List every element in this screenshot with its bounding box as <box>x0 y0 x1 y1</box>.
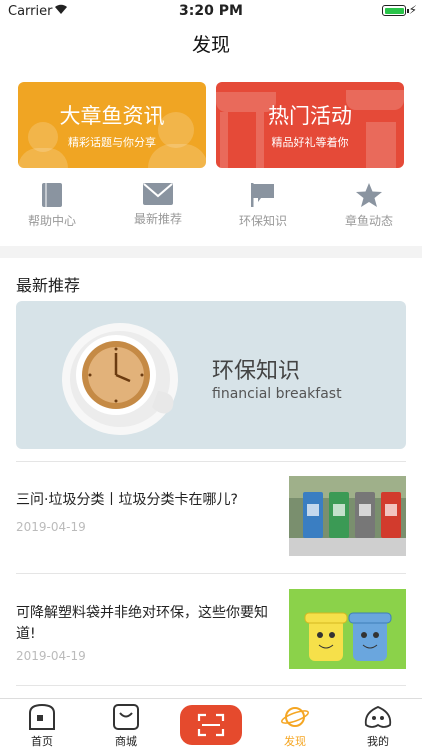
tab-label: 发现 <box>284 735 306 748</box>
article-date: 2019-04-19 <box>16 649 86 663</box>
status-bar: Carrier 3:20 PM ⚡ <box>0 0 422 22</box>
battery-icon <box>382 5 409 16</box>
section-separator <box>0 246 422 258</box>
article-title: 三问·垃圾分类丨垃圾分类卡在哪儿? <box>16 492 238 508</box>
charging-icon: ⚡ <box>408 3 417 17</box>
banner-events[interactable]: 热门活动 精品好礼等着你 <box>216 82 404 168</box>
banner-news-title: 大章鱼资讯 <box>59 104 165 128</box>
banner-news[interactable]: 大章鱼资讯 精彩话题与你分享 <box>18 82 206 168</box>
article-thumbnail <box>289 476 406 556</box>
article-date: 2019-04-19 <box>16 520 86 534</box>
quick-link-label: 章鱼动态 <box>344 214 393 228</box>
quick-links: 帮助中心 最新推荐 环保知识 章鱼动态 <box>0 182 422 232</box>
quick-link-label: 帮助中心 <box>27 214 76 228</box>
feature-card[interactable]: 环保知识 financial breakfast <box>16 301 406 449</box>
divider <box>16 461 406 462</box>
page-title: 发现 <box>191 34 230 56</box>
star-icon <box>356 183 382 207</box>
flag-icon <box>251 183 274 207</box>
mail-icon <box>143 183 173 205</box>
article-item[interactable]: 三问·垃圾分类丨垃圾分类卡在哪儿? 2019-04-19 <box>16 476 406 558</box>
article-title: 可降解塑料袋并非绝对环保，这些你要知道! <box>16 605 268 642</box>
quick-link-recommend[interactable]: 最新推荐 <box>108 182 208 227</box>
tab-label: 首页 <box>31 735 53 748</box>
coffee-clock-image <box>62 323 178 435</box>
feature-subtitle: financial breakfast <box>212 386 342 402</box>
tab-profile[interactable]: 我的 <box>343 703 413 749</box>
status-time: 3:20 PM <box>179 3 243 19</box>
planet-icon <box>281 707 309 727</box>
banner-news-subtitle: 精彩话题与你分享 <box>68 136 156 149</box>
divider <box>16 573 406 574</box>
scan-icon <box>197 713 225 737</box>
article-thumbnail <box>289 589 406 669</box>
banner-events-subtitle: 精品好礼等着你 <box>271 136 349 149</box>
tab-discover[interactable]: 发现 <box>260 703 330 749</box>
tab-home[interactable]: 首页 <box>7 703 77 749</box>
article-item[interactable]: 可降解塑料袋并非绝对环保，这些你要知道! 2019-04-19 <box>16 589 406 671</box>
divider <box>16 685 406 686</box>
home-icon <box>29 703 55 730</box>
banner-events-title: 热门活动 <box>268 104 352 128</box>
quick-link-label: 最新推荐 <box>133 212 182 226</box>
quick-link-label: 环保知识 <box>238 214 287 228</box>
quick-link-eco[interactable]: 环保知识 <box>213 182 313 229</box>
quick-link-news[interactable]: 章鱼动态 <box>319 182 419 229</box>
tab-shop[interactable]: 商城 <box>91 703 161 749</box>
feature-title: 环保知识 <box>212 359 301 384</box>
tab-label: 我的 <box>367 735 389 748</box>
octopus-icon <box>364 706 392 728</box>
book-icon <box>42 183 62 207</box>
scan-button[interactable] <box>180 705 242 745</box>
tab-label: 商城 <box>115 735 137 748</box>
section-title: 最新推荐 <box>16 276 81 295</box>
quick-link-help[interactable]: 帮助中心 <box>2 182 102 229</box>
shop-icon <box>113 704 139 730</box>
